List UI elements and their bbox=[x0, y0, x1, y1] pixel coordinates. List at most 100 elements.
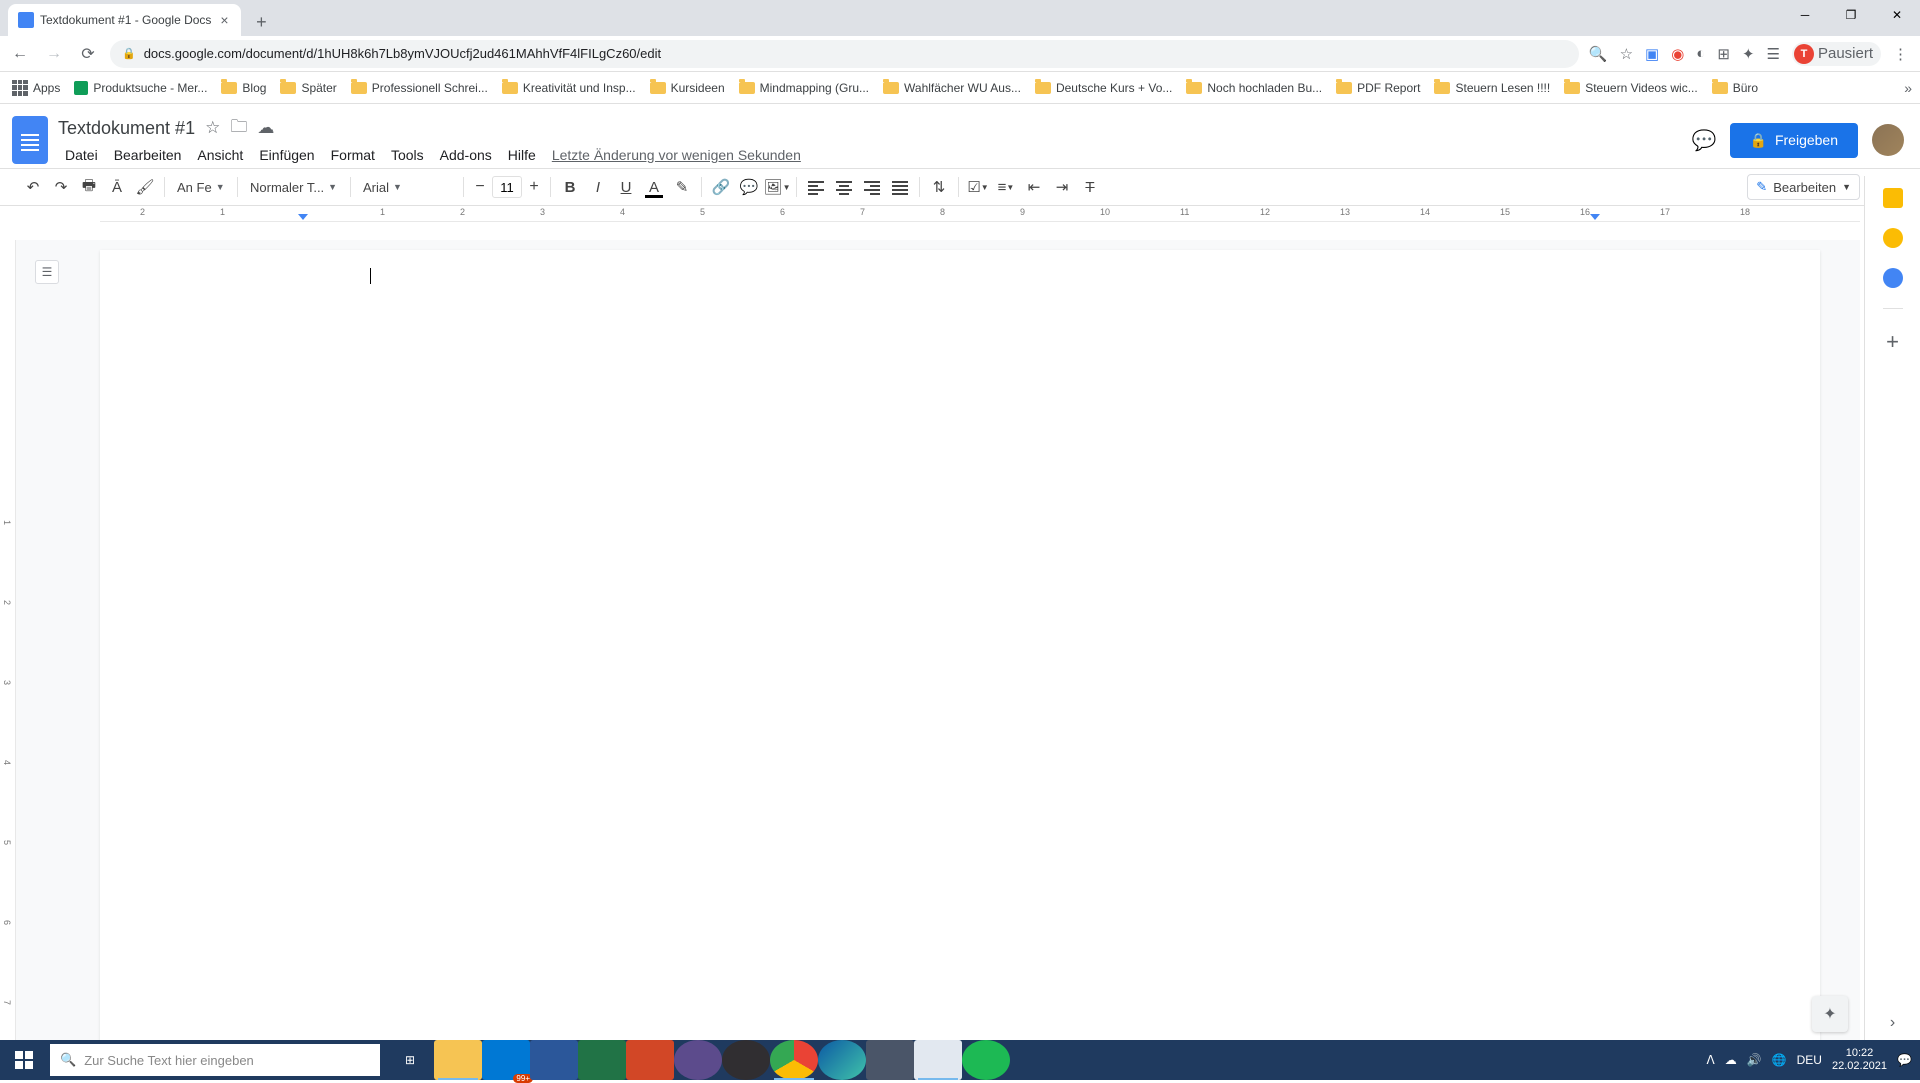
tray-onedrive-icon[interactable]: ☁ bbox=[1725, 1053, 1737, 1067]
undo-button[interactable]: ↶ bbox=[20, 174, 46, 200]
taskbar-mail[interactable]: 99+ bbox=[482, 1040, 530, 1080]
explore-button[interactable]: ✦ bbox=[1812, 996, 1848, 1032]
decrease-indent-button[interactable]: ⇤ bbox=[1021, 174, 1047, 200]
taskbar-explorer[interactable] bbox=[434, 1040, 482, 1080]
redo-button[interactable]: ↷ bbox=[48, 174, 74, 200]
styles-select[interactable]: Normaler T...▼ bbox=[244, 180, 344, 195]
bookmark-item[interactable]: Steuern Videos wic... bbox=[1560, 79, 1702, 97]
insert-image-button[interactable]: 🖼▼ bbox=[764, 174, 790, 200]
bookmark-item[interactable]: Kursideen bbox=[646, 79, 729, 97]
menu-einfuegen[interactable]: Einfügen bbox=[252, 143, 321, 167]
bookmark-item[interactable]: Steuern Lesen !!!! bbox=[1430, 79, 1554, 97]
menu-datei[interactable]: Datei bbox=[58, 143, 105, 167]
bookmark-item[interactable]: Blog bbox=[217, 79, 270, 97]
increase-indent-button[interactable]: ⇥ bbox=[1049, 174, 1075, 200]
taskbar-obs[interactable] bbox=[722, 1040, 770, 1080]
bulleted-list-button[interactable]: ≡▼ bbox=[993, 174, 1019, 200]
extension-3-icon[interactable]: ◐ bbox=[1696, 45, 1705, 62]
zoom-select[interactable]: An Fe▼ bbox=[171, 180, 231, 195]
menu-format[interactable]: Format bbox=[324, 143, 382, 167]
star-icon[interactable]: ☆ bbox=[205, 118, 220, 138]
bookmark-star-icon[interactable]: ☆ bbox=[1620, 45, 1633, 63]
menu-tools[interactable]: Tools bbox=[384, 143, 431, 167]
bookmark-item[interactable]: Produktsuche - Mer... bbox=[70, 79, 211, 97]
align-center-button[interactable] bbox=[831, 174, 857, 200]
taskbar-powerpoint[interactable] bbox=[626, 1040, 674, 1080]
taskbar-app-9[interactable] bbox=[914, 1040, 962, 1080]
bookmark-item[interactable]: Noch hochladen Bu... bbox=[1182, 79, 1326, 97]
reading-list-icon[interactable]: ☰ bbox=[1767, 45, 1780, 63]
hide-side-panel-button[interactable]: › bbox=[1890, 1014, 1895, 1032]
vertical-ruler[interactable]: 1 2 3 4 5 6 7 bbox=[0, 240, 16, 1044]
browser-tab[interactable]: Textdokument #1 - Google Docs × bbox=[8, 4, 241, 36]
bookmarks-overflow-icon[interactable]: » bbox=[1904, 80, 1912, 96]
menu-hilfe[interactable]: Hilfe bbox=[501, 143, 543, 167]
increase-font-button[interactable]: + bbox=[524, 178, 544, 196]
font-size-input[interactable] bbox=[492, 176, 522, 198]
apps-button[interactable]: Apps bbox=[8, 78, 64, 98]
editing-mode-select[interactable]: ✎ Bearbeiten ▼ bbox=[1747, 174, 1860, 200]
move-icon[interactable]: 🗀 bbox=[230, 114, 247, 143]
extension-4-icon[interactable]: ⊞ bbox=[1717, 45, 1730, 63]
tray-notifications-icon[interactable]: 💬 bbox=[1897, 1053, 1912, 1067]
decrease-font-button[interactable]: − bbox=[470, 178, 490, 196]
tray-volume-icon[interactable]: 🔊 bbox=[1747, 1053, 1762, 1067]
taskbar-excel[interactable] bbox=[578, 1040, 626, 1080]
profile-chip[interactable]: T Pausiert bbox=[1792, 42, 1881, 66]
document-page[interactable] bbox=[100, 250, 1820, 1044]
back-button[interactable]: ← bbox=[8, 42, 32, 66]
forward-button[interactable]: → bbox=[42, 42, 66, 66]
font-select[interactable]: Arial▼ bbox=[357, 180, 457, 195]
tray-overflow-icon[interactable]: ᐱ bbox=[1707, 1053, 1715, 1067]
taskbar-search[interactable]: 🔍 Zur Suche Text hier eingeben bbox=[50, 1044, 380, 1076]
share-button[interactable]: 🔒 Freigeben bbox=[1730, 123, 1858, 158]
menu-addons[interactable]: Add-ons bbox=[433, 143, 499, 167]
comments-icon[interactable]: 💬 bbox=[1692, 128, 1716, 152]
horizontal-ruler[interactable]: 2 1 1 2 3 4 5 6 7 8 9 10 11 12 13 14 15 … bbox=[100, 206, 1860, 222]
tray-network-icon[interactable]: 🌐 bbox=[1772, 1053, 1787, 1067]
close-tab-icon[interactable]: × bbox=[217, 13, 231, 27]
align-left-button[interactable] bbox=[803, 174, 829, 200]
reload-button[interactable]: ⟳ bbox=[76, 42, 100, 66]
chrome-menu-icon[interactable]: ⋮ bbox=[1893, 45, 1908, 63]
menu-ansicht[interactable]: Ansicht bbox=[190, 143, 250, 167]
tray-lang[interactable]: DEU bbox=[1797, 1053, 1822, 1067]
align-justify-button[interactable] bbox=[887, 174, 913, 200]
document-outline-button[interactable]: ☰ bbox=[35, 260, 59, 284]
bookmark-item[interactable]: Später bbox=[276, 79, 340, 97]
extension-2-icon[interactable]: ◉ bbox=[1671, 45, 1684, 63]
close-window-button[interactable]: ✕ bbox=[1874, 0, 1920, 30]
bookmark-item[interactable]: Büro bbox=[1708, 79, 1762, 97]
new-tab-button[interactable]: + bbox=[247, 8, 275, 36]
insert-comment-button[interactable]: 💬 bbox=[736, 174, 762, 200]
tasks-icon[interactable] bbox=[1883, 268, 1903, 288]
right-indent-marker[interactable] bbox=[1590, 214, 1600, 220]
italic-button[interactable]: I bbox=[585, 174, 611, 200]
insert-link-button[interactable]: 🔗 bbox=[708, 174, 734, 200]
task-view-button[interactable]: ⊞ bbox=[386, 1040, 434, 1080]
address-bar[interactable]: 🔒 docs.google.com/document/d/1hUH8k6h7Lb… bbox=[110, 40, 1579, 68]
maximize-button[interactable]: ❐ bbox=[1828, 0, 1874, 30]
bookmark-item[interactable]: Mindmapping (Gru... bbox=[735, 79, 873, 97]
line-spacing-button[interactable]: ⇅ bbox=[926, 174, 952, 200]
bookmark-item[interactable]: Professionell Schrei... bbox=[347, 79, 492, 97]
extension-1-icon[interactable]: ▣ bbox=[1645, 45, 1659, 63]
text-color-button[interactable]: A bbox=[641, 174, 667, 200]
docs-home-icon[interactable] bbox=[12, 116, 48, 164]
taskbar-word[interactable] bbox=[530, 1040, 578, 1080]
highlight-button[interactable]: ✎ bbox=[669, 174, 695, 200]
taskbar-app-5[interactable] bbox=[674, 1040, 722, 1080]
keep-icon[interactable] bbox=[1883, 228, 1903, 248]
checklist-button[interactable]: ☑▼ bbox=[965, 174, 991, 200]
bookmark-item[interactable]: Wahlfächer WU Aus... bbox=[879, 79, 1025, 97]
underline-button[interactable]: U bbox=[613, 174, 639, 200]
calendar-icon[interactable] bbox=[1883, 188, 1903, 208]
taskbar-chrome[interactable] bbox=[770, 1040, 818, 1080]
cloud-saved-icon[interactable]: ☁ bbox=[257, 118, 274, 138]
clear-formatting-button[interactable]: T bbox=[1077, 174, 1103, 200]
tray-clock[interactable]: 10:22 22.02.2021 bbox=[1832, 1047, 1887, 1073]
account-avatar[interactable] bbox=[1872, 124, 1904, 156]
taskbar-edge[interactable] bbox=[818, 1040, 866, 1080]
bookmark-item[interactable]: Deutsche Kurs + Vo... bbox=[1031, 79, 1176, 97]
document-title[interactable]: Textdokument #1 bbox=[58, 118, 195, 139]
